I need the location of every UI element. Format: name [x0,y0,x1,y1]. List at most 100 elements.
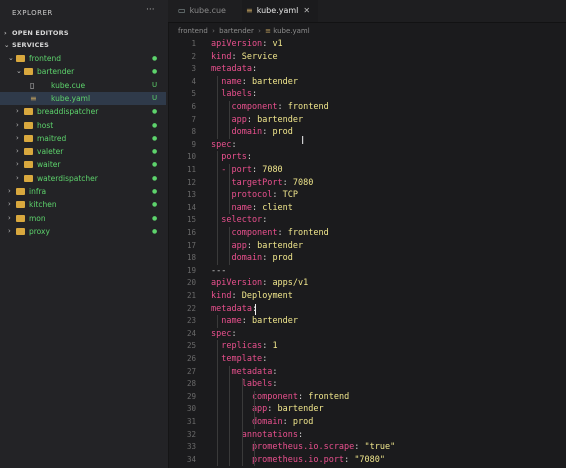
yaml-key: prometheus.io.port [211,454,345,465]
code-text: spec: [211,139,242,152]
tree-item-label: maitred [37,133,67,143]
line-number: 31 [186,417,196,426]
tree-item-label: waiter [37,160,61,170]
git-status-badge: ● [152,201,158,209]
code-editor[interactable]: 1 apiVersion: v1 2 kind: Service 3 metadata: … [168,38,566,468]
more-actions-icon[interactable]: ··· [146,5,155,15]
tree-item[interactable]: › infra ● [0,185,166,198]
git-status-badge: ● [152,134,158,142]
line-number: 28 [186,379,196,389]
explorer-title: EXPLORER [12,9,53,17]
yaml-key: protocol [211,190,273,201]
open-editors-section[interactable]: › OPEN EDITORS [4,29,69,37]
folder-icon [16,188,25,195]
services-section[interactable]: ⌄ SERVICES [4,41,49,49]
yaml-key: domain [211,417,283,427]
yaml-key: prometheus.io.scrape [211,442,355,453]
code-text: labels: [211,88,262,101]
yaml-key: component [211,102,278,112]
line-number: 23 [186,316,196,326]
tree-item[interactable]: ≡ kube.yaml U [0,91,166,105]
yaml-key: targetPort [211,177,283,188]
tree-item-label: kitchen [29,200,57,210]
breadcrumb-item[interactable]: frontend [178,27,208,35]
tab-kube-yaml[interactable]: ≡ kube.yaml ✕ [242,0,318,22]
git-status-badge: ● [152,68,158,76]
yaml-file-icon: ≡ [246,6,253,15]
breadcrumb-item[interactable]: bartender [219,27,254,35]
text-caret [255,303,256,315]
file-icon: ▭ [178,6,186,15]
tree-item[interactable]: › valeter ● [0,145,166,158]
yaml-value: 7080 [262,165,283,175]
folder-icon [24,174,33,182]
git-status-badge: U [152,93,158,102]
colon: : [298,429,309,440]
git-status-badge: U [152,80,158,89]
chevron-right-icon: › [16,147,19,156]
tree-item-label: host [37,120,54,130]
folder-icon [24,161,33,169]
colon: : [231,139,242,150]
code-text: metadata: [211,63,262,76]
colon: : [241,316,252,327]
yaml-value: v1 [272,39,283,49]
text-cursor-icon: I [301,134,305,147]
tree-item[interactable]: › waterdispatcher ● [0,172,166,185]
indent-guide [229,164,230,215]
colon: : [231,328,242,339]
chevron-right-icon: › [16,120,19,129]
tree-item[interactable]: › waiter ● [0,158,166,171]
colon: : [344,454,355,465]
chevron-right-icon: › [8,200,11,209]
code-text: name: bartender [211,315,298,328]
yaml-key: domain [211,127,263,138]
line-number: 33 [186,442,196,452]
yaml-value: bartender [277,404,324,415]
yaml-value: "true" [364,442,396,453]
tree-item[interactable]: › maitred ● [0,132,166,145]
yaml-value: frontend [308,391,350,402]
chevron-down-icon: ⌄ [16,67,22,76]
tree-item[interactable]: › mon ● [0,212,166,225]
tree-item[interactable]: › breaddispatcher ● [0,105,166,118]
line-number: 13 [186,190,196,200]
colon: : [241,76,252,87]
yaml-value: bartender [251,316,299,327]
line-number: 15 [186,215,196,225]
breadcrumb-item[interactable]: kube.yaml [273,27,309,35]
tree-item[interactable]: ▯ kube.cue U [0,79,166,92]
git-status-badge: ● [152,188,158,195]
tree-item[interactable]: › host ● [0,119,166,132]
tree-item[interactable]: ⌄ bartender ● [0,65,166,78]
code-text: apiVersion: v1 [211,38,283,51]
chevron-right-icon: › [16,173,19,182]
line-number: 10 [186,152,196,162]
yaml-value: prod [272,253,293,264]
tree-item[interactable]: › proxy ● [0,225,166,238]
indent-guide [217,340,218,467]
tree-item[interactable]: ⌄ frontend ● [0,52,166,65]
close-icon[interactable]: ✕ [303,6,310,15]
explorer-sidebar: EXPLORER ··· › OPEN EDITORS ⌄ SERVICES ⌄ fr… [0,0,169,468]
tab-kube-cue[interactable]: ▭ kube.cue [174,0,242,22]
indent-guide [217,151,218,265]
line-number: 25 [186,341,196,351]
line-number: 26 [186,354,196,363]
yaml-key: metadata [211,303,252,314]
code-text: - port: 7080 [211,164,283,177]
colon: : [282,417,293,427]
line-number: 6 [191,102,196,111]
colon: : [298,391,309,402]
colon: : [231,291,242,301]
line-number: 30 [186,404,196,414]
line-number: 11 [186,165,196,174]
colon: : [251,64,263,75]
colon: : [354,442,365,453]
tree-item[interactable]: › kitchen ● [0,198,166,211]
indent-guide [229,365,230,467]
line-number: 21 [186,291,196,300]
colon: : [277,102,288,112]
yaml-value: "7080" [354,454,386,465]
yaml-key: name [211,76,242,87]
